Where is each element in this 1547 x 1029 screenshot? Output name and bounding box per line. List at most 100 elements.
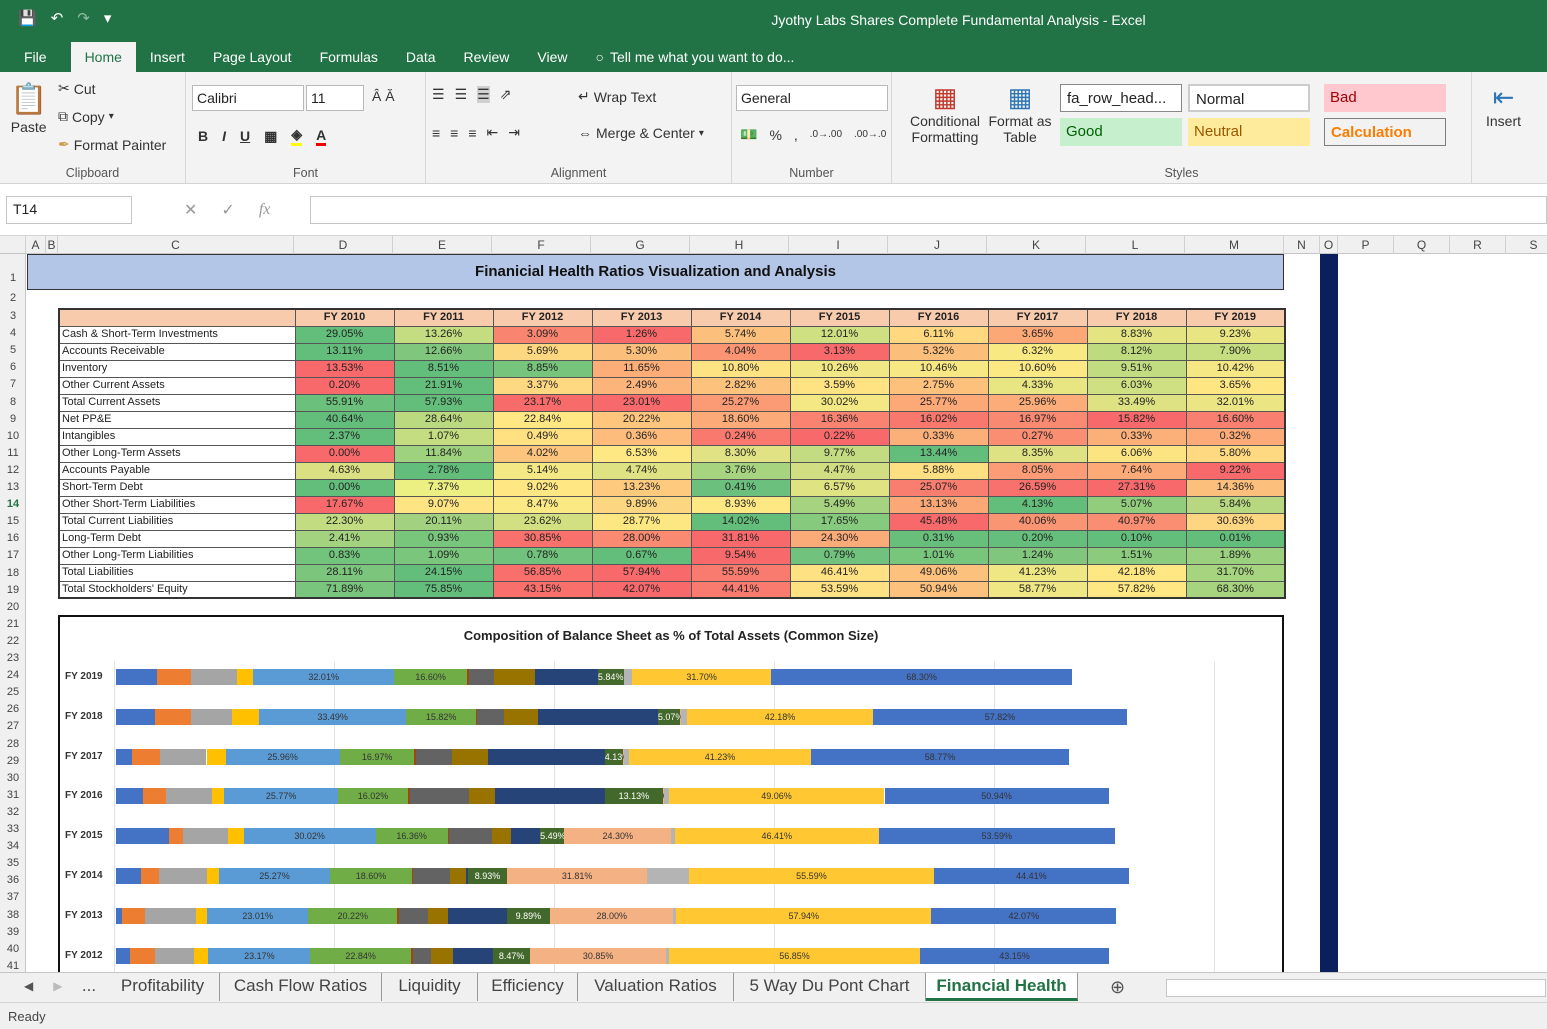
- chart-bar-segment[interactable]: 18.60%: [330, 868, 412, 884]
- col-header[interactable]: O: [1320, 236, 1338, 254]
- chart-bar-segment[interactable]: [511, 828, 541, 845]
- ratio-cell[interactable]: 8.35%: [987, 444, 1088, 463]
- select-all[interactable]: [0, 236, 26, 254]
- row-header[interactable]: 24: [0, 669, 26, 681]
- ratio-cell[interactable]: 16.02%: [888, 410, 989, 429]
- col-header[interactable]: M: [1185, 236, 1284, 254]
- ratio-cell[interactable]: 23.17%: [492, 393, 593, 412]
- ratio-cell[interactable]: 9.89%: [591, 495, 692, 514]
- format-painter-button[interactable]: ✒ Format Painter: [58, 136, 166, 153]
- ratio-cell[interactable]: 18.60%: [690, 410, 791, 429]
- col-header[interactable]: N: [1284, 236, 1320, 254]
- ratio-cell[interactable]: 0.41%: [690, 478, 791, 497]
- chart-bar-segment[interactable]: 8.47%: [492, 947, 531, 964]
- chart-bar-segment[interactable]: 46.41%: [674, 828, 879, 845]
- ratio-cell[interactable]: 0.00%: [294, 444, 395, 463]
- scroll-left-icon[interactable]: ◀: [24, 979, 33, 993]
- ratio-cell[interactable]: 6.06%: [1086, 444, 1187, 463]
- sheet-tab-efficiency[interactable]: Efficiency: [478, 973, 578, 1001]
- ratio-cell[interactable]: 6.03%: [1086, 376, 1187, 395]
- ratio-cell[interactable]: 5.49%: [789, 495, 890, 514]
- ratio-cell[interactable]: 0.93%: [393, 529, 494, 548]
- ratio-cell[interactable]: 58.77%: [987, 580, 1088, 599]
- col-header[interactable]: G: [591, 236, 690, 254]
- ratio-cell[interactable]: 4.74%: [591, 461, 692, 480]
- ratio-cell[interactable]: 9.54%: [690, 546, 791, 565]
- ratio-cell[interactable]: 1.09%: [393, 546, 494, 565]
- style-neutral[interactable]: Neutral: [1188, 118, 1310, 146]
- ratio-cell[interactable]: 56.85%: [492, 563, 593, 582]
- chart-bar-segment[interactable]: 57.82%: [872, 708, 1128, 725]
- ratio-cell[interactable]: 28.64%: [393, 410, 494, 429]
- chart-bar-segment[interactable]: 23.17%: [208, 947, 311, 964]
- tell-me-box[interactable]: ○ Tell me what you want to do...: [582, 42, 809, 72]
- ratio-cell[interactable]: 13.11%: [294, 342, 395, 361]
- merge-center-button[interactable]: ⇔ Merge & Center ▾: [578, 125, 704, 141]
- ratio-cell[interactable]: 5.88%: [888, 461, 989, 480]
- ratio-cell[interactable]: 8.83%: [1086, 325, 1187, 344]
- ratio-cell[interactable]: 25.77%: [888, 393, 989, 412]
- ratio-cell[interactable]: 10.80%: [690, 359, 791, 378]
- col-header[interactable]: L: [1086, 236, 1185, 254]
- sheet-scroll-buttons[interactable]: ◀ ▶: [24, 979, 62, 993]
- ratio-cell[interactable]: 3.09%: [492, 325, 593, 344]
- align-center-icon[interactable]: ≡: [450, 125, 458, 141]
- row-label[interactable]: Accounts Receivable: [58, 342, 296, 361]
- ratio-cell[interactable]: 1.26%: [591, 325, 692, 344]
- ratio-cell[interactable]: 12.01%: [789, 325, 890, 344]
- sheet-tab-cash-flow-ratios[interactable]: Cash Flow Ratios: [220, 973, 382, 1001]
- row-header[interactable]: 4: [0, 327, 26, 339]
- chart-bar-segment[interactable]: 16.60%: [394, 669, 468, 685]
- decrease-decimal-icon[interactable]: .00→.0: [854, 129, 886, 140]
- chart-bar-segment[interactable]: [537, 708, 658, 725]
- ratio-cell[interactable]: 53.59%: [789, 580, 890, 599]
- row-header[interactable]: 11: [0, 447, 26, 459]
- ratio-cell[interactable]: 16.60%: [1185, 410, 1286, 429]
- ratio-cell[interactable]: 23.62%: [492, 512, 593, 531]
- ratio-cell[interactable]: 28.00%: [591, 529, 692, 548]
- ratio-cell[interactable]: 57.82%: [1086, 580, 1187, 599]
- number-format-buttons[interactable]: 💵%, .0→.00 .00→.0: [740, 126, 886, 143]
- row-header[interactable]: 19: [0, 584, 26, 596]
- ratio-cell[interactable]: 12.66%: [393, 342, 494, 361]
- tab-review[interactable]: Review: [450, 42, 524, 72]
- ratio-cell[interactable]: 0.27%: [987, 427, 1088, 446]
- row-label[interactable]: Other Long-Term Liabilities: [58, 546, 296, 565]
- balance-sheet-chart[interactable]: Composition of Balance Sheet as % of Tot…: [58, 615, 1284, 972]
- chart-bar-segment[interactable]: 55.59%: [689, 868, 934, 884]
- ratio-cell[interactable]: 9.23%: [1185, 325, 1286, 344]
- row-header[interactable]: 23: [0, 652, 26, 664]
- ratio-cell[interactable]: 23.01%: [591, 393, 692, 412]
- ratio-cell[interactable]: 14.02%: [690, 512, 791, 531]
- ratio-cell[interactable]: 21.91%: [393, 376, 494, 395]
- row-label[interactable]: Short-Term Debt: [58, 478, 296, 497]
- align-left-icon[interactable]: ≡: [432, 125, 440, 141]
- decrease-indent-icon[interactable]: ⇤: [487, 124, 499, 141]
- chart-bar-segment[interactable]: [116, 748, 133, 765]
- ratio-cell[interactable]: 2.37%: [294, 427, 395, 446]
- row-label[interactable]: Cash & Short-Term Investments: [58, 325, 296, 344]
- ratio-cell[interactable]: 1.07%: [393, 427, 494, 446]
- sheet-tab-profitability[interactable]: Profitability: [106, 973, 220, 1001]
- chart-bar-segment[interactable]: 15.82%: [406, 708, 476, 725]
- col-header[interactable]: D: [294, 236, 393, 254]
- ratio-cell[interactable]: 8.12%: [1086, 342, 1187, 361]
- ratio-cell[interactable]: 40.06%: [987, 512, 1088, 531]
- sheet-tab-financial-health[interactable]: Financial Health: [926, 973, 1078, 1001]
- ratio-cell[interactable]: 9.51%: [1086, 359, 1187, 378]
- row-label[interactable]: Total Current Liabilities: [58, 512, 296, 531]
- new-sheet-icon[interactable]: ⊕: [1110, 977, 1125, 998]
- chart-bar-segment[interactable]: [409, 788, 469, 805]
- ratio-cell[interactable]: 7.90%: [1185, 342, 1286, 361]
- ratio-cell[interactable]: 25.27%: [690, 393, 791, 412]
- conditional-formatting-button[interactable]: ▦ Conditional Formatting: [900, 82, 990, 145]
- row-header[interactable]: 30: [0, 772, 26, 784]
- bold-icon[interactable]: B: [198, 128, 208, 144]
- ratio-cell[interactable]: 24.15%: [393, 563, 494, 582]
- row-header[interactable]: 13: [0, 481, 26, 493]
- ratio-cell[interactable]: 11.84%: [393, 444, 494, 463]
- paste-button[interactable]: 📋 Paste: [10, 82, 47, 135]
- chart-bar-segment[interactable]: [212, 788, 225, 805]
- row-label[interactable]: Intangibles: [58, 427, 296, 446]
- row-label[interactable]: Inventory: [58, 359, 296, 378]
